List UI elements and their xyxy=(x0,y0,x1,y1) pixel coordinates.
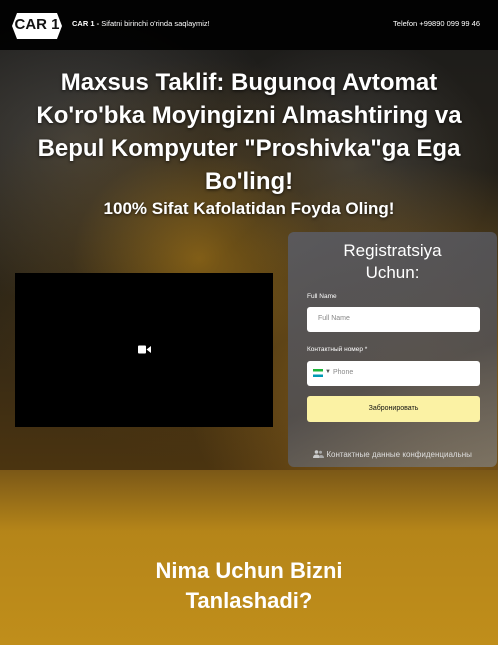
phone-placeholder: Phone xyxy=(333,369,354,376)
top-bar: CAR 1 CAR 1 - Sifatni birinchi o'rinda s… xyxy=(0,0,498,50)
brand-short: CAR 1 - xyxy=(72,19,100,28)
uz-flag-icon[interactable] xyxy=(313,369,323,377)
hero-headline: Maxsus Taklif: Bugunoq Avtomat Ko'ro'bka… xyxy=(36,69,462,195)
phone-input[interactable]: ▼ Phone xyxy=(307,361,480,386)
name-input[interactable]: Full Name xyxy=(307,307,480,332)
privacy-note: Контактные данные конфиденциальны xyxy=(288,450,497,459)
form-title: Registratsiya Uchun: xyxy=(343,241,442,282)
tagline-text: Sifatni birinchi o'rinda saqlaymiz! xyxy=(101,19,210,28)
users-icon xyxy=(313,450,325,458)
header-tagline: CAR 1 - Sifatni birinchi o'rinda saqlaym… xyxy=(72,19,210,28)
hero-subheadline: 100% Sifat Kafolatidan Foyda Oling! xyxy=(103,199,395,218)
name-label: Full Name xyxy=(307,293,337,300)
header-phone[interactable]: Telefon +99890 099 99 46 xyxy=(393,19,480,28)
logo[interactable]: CAR 1 xyxy=(12,13,62,39)
video-camera-icon[interactable] xyxy=(138,345,151,354)
name-placeholder: Full Name xyxy=(318,315,350,322)
logo-text: CAR 1 xyxy=(14,16,60,33)
chevron-down-icon[interactable]: ▼ xyxy=(325,369,331,375)
why-us-heading: Nima Uchun Bizni Tanlashadi? xyxy=(155,558,343,613)
submit-button[interactable]: Забронировать xyxy=(307,396,480,422)
phone-label: Контактный номер * xyxy=(307,346,368,353)
privacy-text: Контактные данные конфиденциальны xyxy=(326,450,472,459)
